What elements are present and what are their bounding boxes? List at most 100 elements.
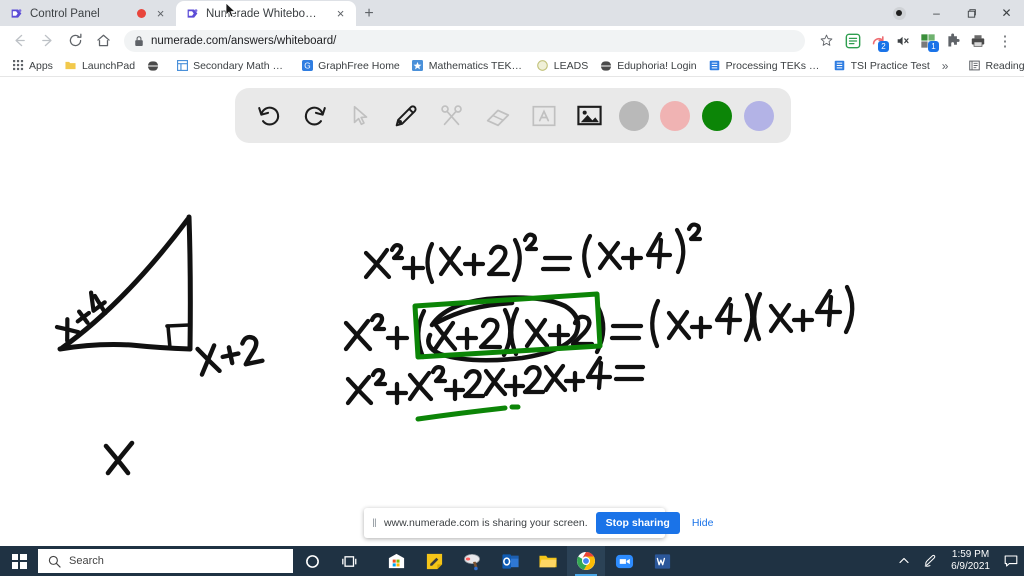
- whiteboard-toolbar: [235, 88, 791, 143]
- shapes-tool-button[interactable]: [435, 99, 469, 133]
- label-bottom-leg: [103, 440, 135, 476]
- right-triangle-diagram: [57, 214, 193, 352]
- bookmark-processing-teks[interactable]: Processing TEKs wit...: [703, 56, 828, 76]
- notification-icon: [1004, 555, 1018, 567]
- new-tab-button[interactable]: +: [356, 2, 382, 26]
- pen-tray-button[interactable]: [917, 546, 943, 576]
- drag-handle-icon[interactable]: ‖: [372, 516, 377, 530]
- taskbar-clock[interactable]: 1:59 PM 6/9/2021: [943, 549, 998, 574]
- mute-tab-icon[interactable]: [891, 29, 915, 53]
- stop-sharing-button[interactable]: Stop sharing: [595, 512, 680, 534]
- extension-icon[interactable]: [966, 29, 990, 53]
- bookmark-leads[interactable]: LEADS: [531, 56, 594, 76]
- star-tile-icon: [412, 60, 424, 72]
- start-button[interactable]: [0, 546, 38, 576]
- doc-icon: [709, 60, 721, 72]
- browser-window: Control Panel × Numerade Whiteboard × + …: [0, 0, 1024, 576]
- taskbar-app-microsoft-store[interactable]: [377, 546, 415, 576]
- action-center-button[interactable]: [998, 546, 1024, 576]
- color-swatch-green[interactable]: [702, 100, 733, 131]
- chevron-up-icon: [899, 557, 909, 564]
- mouse-cursor-icon: [225, 2, 236, 18]
- cortana-circle-icon: [305, 554, 319, 568]
- text-tool-button[interactable]: [527, 99, 561, 133]
- tab-control-panel[interactable]: Control Panel ×: [0, 1, 176, 26]
- taskbar-app-google-chrome[interactable]: [567, 546, 605, 576]
- tab-numerade-whiteboard[interactable]: Numerade Whiteboard ×: [176, 1, 356, 26]
- select-tool-button[interactable]: [344, 99, 378, 133]
- extension-screencast-icon[interactable]: 2: [866, 29, 890, 53]
- color-swatch-lavender[interactable]: [743, 100, 774, 131]
- eraser-tool-button[interactable]: [481, 99, 515, 133]
- extension-tabs-icon[interactable]: 1: [916, 29, 940, 53]
- taskbar-app-zoom[interactable]: [605, 546, 643, 576]
- bookmark-launchpad[interactable]: LaunchPad: [59, 56, 141, 76]
- profile-avatar-icon[interactable]: [879, 0, 919, 26]
- back-button[interactable]: [6, 28, 32, 54]
- search-icon: [48, 555, 61, 568]
- close-button[interactable]: ✕: [989, 0, 1024, 26]
- bookmark-secondary-math[interactable]: Secondary Math Co...: [170, 56, 295, 76]
- equation-line-1: [363, 222, 703, 285]
- maximize-button[interactable]: [954, 0, 989, 26]
- bookmark-apps[interactable]: Apps: [6, 56, 59, 76]
- taskbar-app-paint[interactable]: [453, 546, 491, 576]
- globe-icon: [600, 59, 613, 72]
- task-view-button[interactable]: [331, 546, 369, 576]
- text-a-icon: [532, 105, 556, 126]
- extension-icons: 2 1: [841, 29, 990, 53]
- bookmark-globe[interactable]: [141, 56, 170, 76]
- bookmark-star-button[interactable]: [813, 28, 839, 54]
- microsoft-store-icon: [388, 553, 404, 568]
- bookmark-tsi-practice-test[interactable]: TSI Practice Test: [828, 56, 936, 76]
- taskbar-app-outlook[interactable]: [491, 546, 529, 576]
- pencil-icon: [396, 104, 417, 126]
- green-box-annotation: [412, 291, 603, 360]
- home-icon: [96, 34, 110, 47]
- tab-close-button[interactable]: ×: [153, 6, 168, 21]
- circle-icon: [537, 60, 549, 72]
- reload-button[interactable]: [62, 28, 88, 54]
- cursor-arrow-icon: [353, 105, 367, 125]
- eraser-icon: [486, 109, 510, 126]
- bookmarks-overflow-button[interactable]: »: [936, 59, 955, 73]
- bookmark-graphfree[interactable]: G GraphFree Home: [295, 56, 406, 76]
- taskbar-app-file-explorer[interactable]: [529, 546, 567, 576]
- reading-list-button[interactable]: Reading list: [962, 56, 1024, 76]
- numerade-logo-icon: [187, 9, 198, 18]
- home-button[interactable]: [90, 28, 116, 54]
- whiteboard-canvas[interactable]: ‖ www.numerade.com is sharing your scree…: [0, 77, 1024, 546]
- taskbar-app-word[interactable]: [643, 546, 681, 576]
- equation-line-2: [343, 284, 855, 360]
- reading-list-label: Reading list: [985, 59, 1024, 72]
- extension-grammarly-icon[interactable]: [841, 29, 865, 53]
- extensions-puzzle-icon[interactable]: [941, 29, 965, 53]
- undo-button[interactable]: [252, 99, 286, 133]
- system-tray: 1:59 PM 6/9/2021: [891, 546, 1024, 576]
- tab-close-button[interactable]: ×: [333, 6, 348, 21]
- image-tool-button[interactable]: [573, 99, 607, 133]
- show-hidden-icons-button[interactable]: [891, 546, 917, 576]
- ink-layer: [54, 214, 855, 476]
- taskbar-search-box[interactable]: Search: [38, 549, 293, 573]
- color-swatch-pink[interactable]: [660, 100, 691, 131]
- outlook-icon: [501, 553, 519, 569]
- zoom-icon: [615, 554, 633, 568]
- forward-button[interactable]: [34, 28, 60, 54]
- redo-button[interactable]: [298, 99, 332, 133]
- cortana-button[interactable]: [293, 546, 331, 576]
- hide-share-bar-button[interactable]: Hide: [688, 517, 718, 529]
- numerade-logo-icon: [11, 9, 22, 18]
- color-swatch-gray[interactable]: [618, 100, 649, 131]
- bookmark-label: Processing TEKs wit...: [725, 59, 822, 72]
- taskbar-search-placeholder: Search: [69, 555, 104, 567]
- bookmark-eduphoria[interactable]: Eduphoria! Login: [594, 56, 702, 76]
- label-hypotenuse: [54, 290, 108, 343]
- bookmark-mathematics-teks[interactable]: Mathematics TEKS:...: [406, 56, 531, 76]
- taskbar-app-sticky-notes[interactable]: [415, 546, 453, 576]
- address-bar[interactable]: numerade.com/answers/whiteboard/: [124, 29, 805, 52]
- minimize-button[interactable]: –: [919, 0, 954, 26]
- equation-line-3: [345, 355, 646, 406]
- chrome-menu-button[interactable]: ⋮: [992, 28, 1018, 54]
- pen-tool-button[interactable]: [389, 99, 423, 133]
